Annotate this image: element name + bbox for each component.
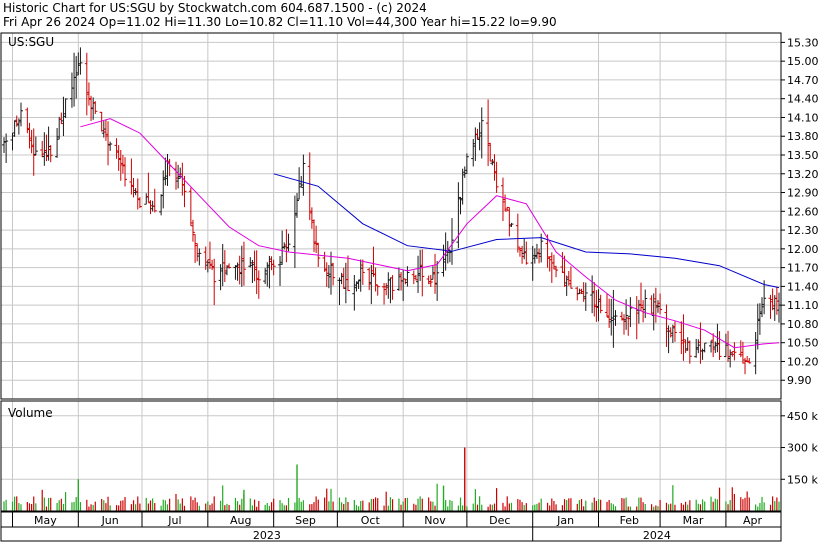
month-tick-label: Jun	[101, 514, 119, 527]
year-label: 2023	[253, 529, 281, 542]
price-tick-label: 12.60	[787, 205, 819, 218]
month-tick-label: Feb	[620, 514, 639, 527]
chart-window: Historic Chart for US:SGU by Stockwatch.…	[0, 0, 830, 543]
price-tick-label: 12.00	[787, 243, 819, 256]
price-tick-label: 14.10	[787, 111, 819, 124]
month-tick-label: Nov	[424, 514, 446, 527]
month-tick-label: Jul	[167, 514, 181, 527]
month-tick-label: Sep	[295, 514, 316, 527]
price-tick-label: 15.30	[787, 36, 819, 49]
month-tick-label: Apr	[743, 514, 763, 527]
price-tick-label: 10.50	[787, 337, 819, 350]
price-tick-label: 14.70	[787, 74, 819, 87]
price-tick-label: 14.40	[787, 93, 819, 106]
month-tick-label: Oct	[361, 514, 381, 527]
year-label: 2024	[643, 529, 671, 542]
price-tick-label: 11.40	[787, 280, 819, 293]
volume-axis-ticks: 450 k 300 k 150 k	[781, 410, 818, 486]
price-tick-label: 12.90	[787, 187, 819, 200]
month-tick-label: Jan	[556, 514, 574, 527]
month-tick-label: May	[34, 514, 57, 527]
symbol-label: US:SGU	[8, 35, 54, 49]
price-tick-label: 13.50	[787, 149, 819, 162]
month-tick-label: Aug	[230, 514, 251, 527]
volume-tick-label: 300 k	[787, 442, 818, 455]
price-tick-label: 10.80	[787, 318, 819, 331]
volume-label: Volume	[8, 406, 53, 420]
chart-background	[0, 0, 830, 543]
price-tick-label: 11.70	[787, 262, 819, 275]
month-tick-label: Mar	[683, 514, 704, 527]
price-tick-label: 15.00	[787, 55, 819, 68]
price-tick-label: 13.80	[787, 130, 819, 143]
price-tick-label: 10.20	[787, 355, 819, 368]
volume-tick-label: 150 k	[787, 473, 818, 486]
price-tick-label: 9.90	[787, 374, 812, 387]
volume-tick-label: 450 k	[787, 410, 818, 423]
chart-stats-line: Fri Apr 26 2024 Op=11.02 Hi=11.30 Lo=10.…	[3, 15, 557, 29]
stock-chart: Historic Chart for US:SGU by Stockwatch.…	[0, 0, 830, 543]
price-tick-label: 12.30	[787, 224, 819, 237]
price-tick-label: 13.20	[787, 168, 819, 181]
month-tick-label: Dec	[489, 514, 510, 527]
price-tick-label: 11.10	[787, 299, 819, 312]
chart-title: Historic Chart for US:SGU by Stockwatch.…	[3, 1, 427, 15]
